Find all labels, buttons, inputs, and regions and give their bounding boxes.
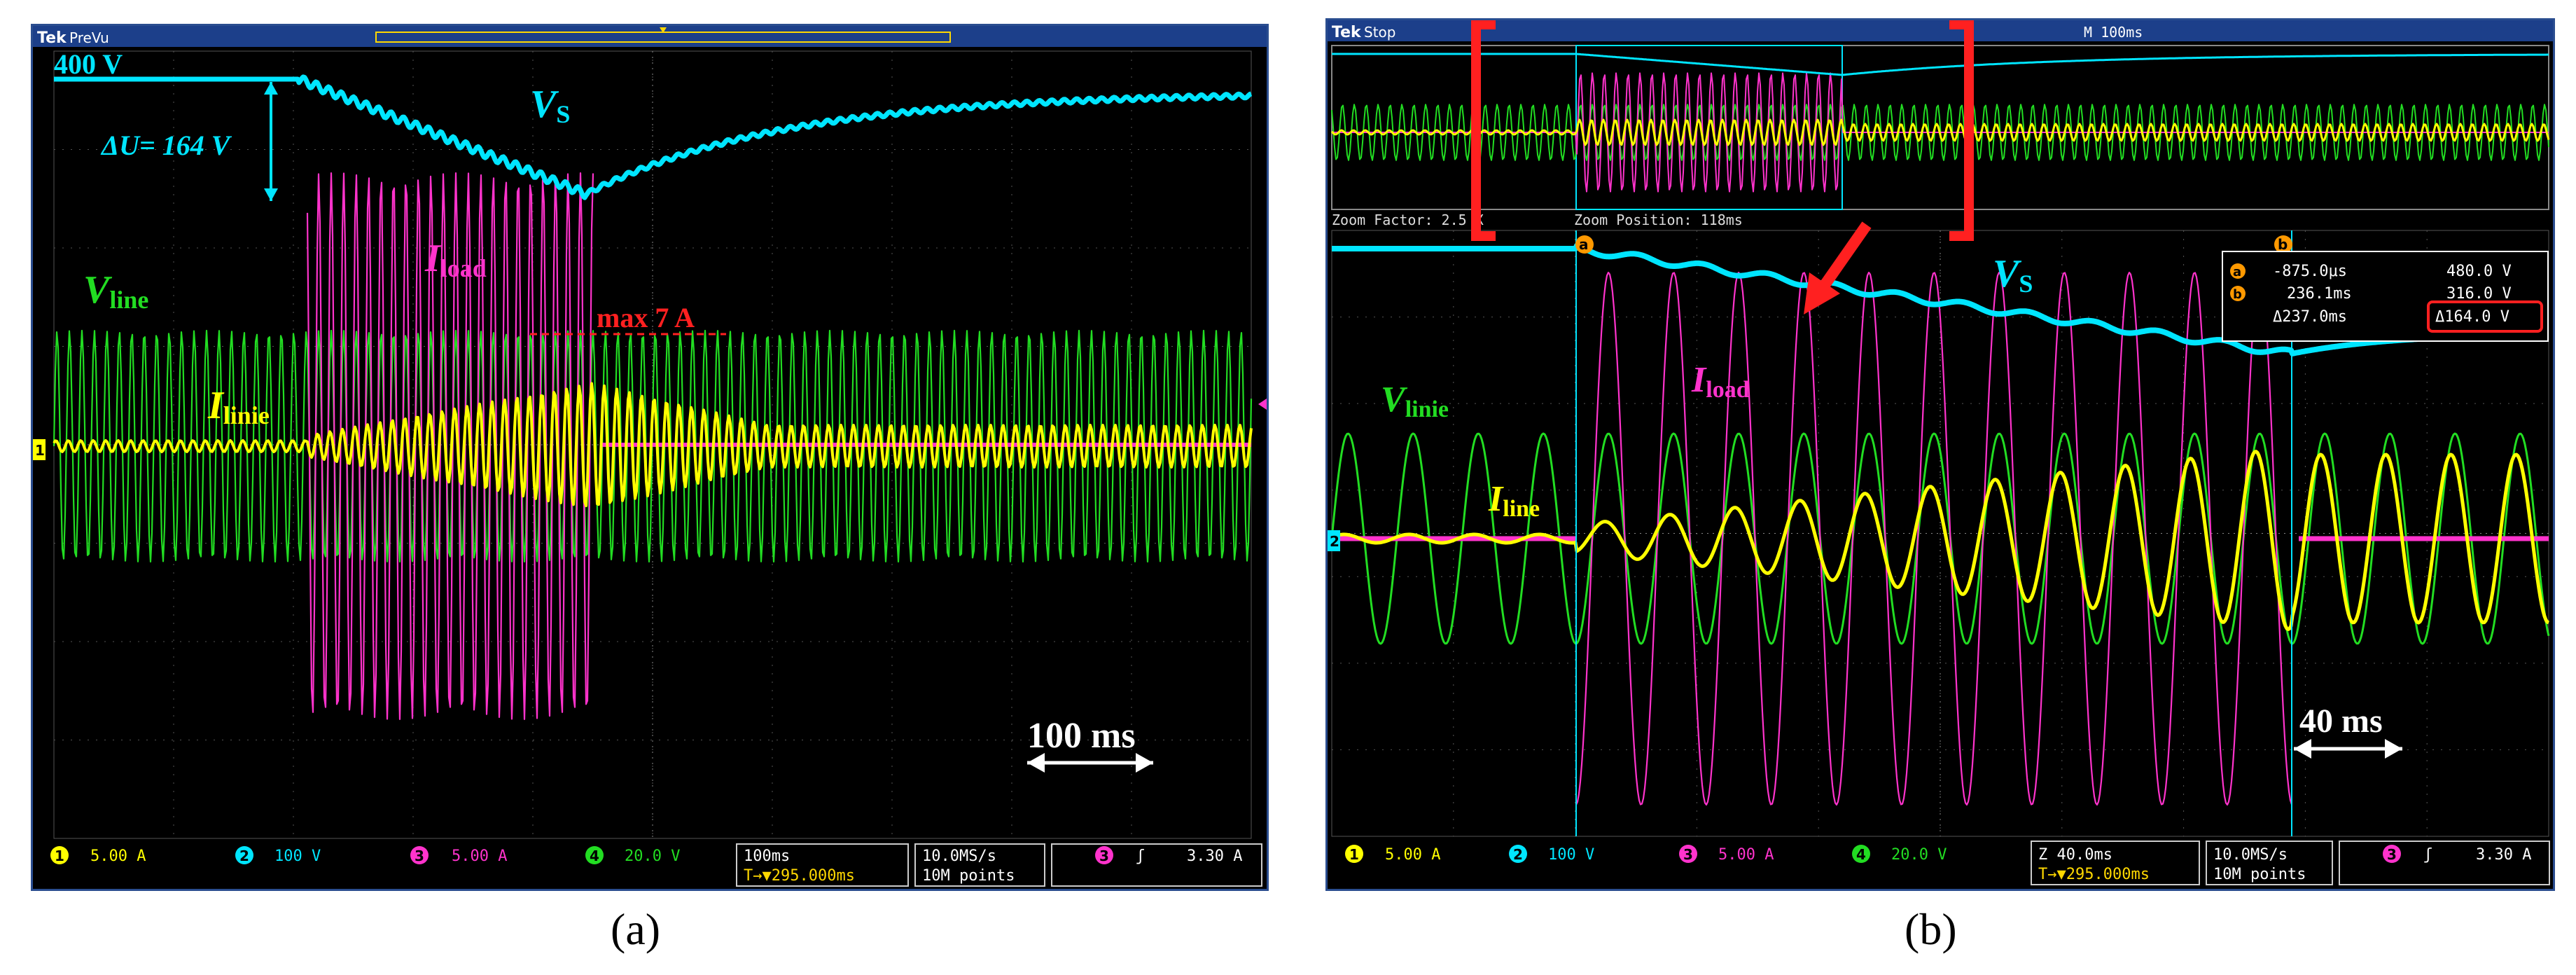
trigger-level: 3.30 A — [1187, 848, 1242, 865]
iline-label: Ilinie — [207, 384, 270, 429]
zoom-position: Zoom Position: 118ms — [1574, 212, 1743, 228]
svg-text:5.00 A: 5.00 A — [1718, 846, 1774, 864]
svg-text:ʃ: ʃ — [2423, 846, 2432, 864]
svg-text:2: 2 — [1513, 846, 1523, 863]
svg-text:10.0MS/s: 10.0MS/s — [2213, 846, 2288, 864]
svg-text:b: b — [2233, 287, 2242, 302]
svg-text:b: b — [2278, 236, 2288, 253]
svg-text:3: 3 — [415, 848, 424, 864]
ch2-scale: 100 V — [274, 848, 321, 865]
sample-rate: 10.0MS/s — [922, 848, 996, 865]
delta-u-label: ΔU= 164 V — [100, 130, 232, 161]
svg-text:T→▼295.000ms: T→▼295.000ms — [2038, 866, 2150, 883]
trigger-slope-icon: ʃ — [1136, 848, 1145, 865]
scope-screen-b: Tek Stop M 100ms Zoom Factor: 2.5 X Zoom… — [1328, 20, 2553, 889]
iload-label: Iload — [1691, 360, 1750, 403]
svg-text:5.00 A: 5.00 A — [1385, 846, 1440, 864]
timebase: 100ms — [744, 848, 790, 865]
vs-label: VS — [1993, 252, 2033, 298]
ch4-scale: 20.0 V — [625, 848, 680, 865]
overview-window — [1330, 45, 2550, 210]
zoom-arrow — [1816, 221, 1872, 293]
svg-text:3: 3 — [1683, 846, 1693, 863]
iload-label: Iload — [424, 237, 487, 282]
svg-text:1: 1 — [35, 442, 45, 459]
caption-a: (a) — [611, 904, 661, 954]
svg-text:Δ237.0ms: Δ237.0ms — [2273, 308, 2347, 326]
status-bar: 1 5.00 A 2 100 V 3 5.00 A 4 20.0 V Z 40.… — [1328, 841, 2553, 889]
svg-text:2: 2 — [1330, 533, 1339, 550]
ch3-trigger-marker — [1258, 399, 1267, 410]
v-start-label: 400 V — [54, 48, 123, 80]
svg-text:20.0 V: 20.0 V — [1891, 846, 1947, 864]
svg-text:316.0 V: 316.0 V — [2446, 285, 2512, 303]
ch3-scale: 5.00 A — [452, 848, 507, 865]
svg-text:a: a — [1579, 236, 1589, 253]
timescale-label: 100 ms — [1027, 716, 1136, 756]
oscilloscope-panel-b: Tek Stop M 100ms Zoom Factor: 2.5 X Zoom… — [1325, 18, 2555, 891]
delta-u-arrow-head-bottom — [264, 188, 278, 201]
svg-text:4: 4 — [1856, 846, 1866, 863]
svg-text:1: 1 — [55, 848, 64, 864]
iload-trace — [1575, 272, 2293, 805]
svg-text:3: 3 — [2387, 846, 2397, 863]
svg-text:Z 40.0ms: Z 40.0ms — [2038, 846, 2112, 864]
delta-voltage-readout: Δ164.0 V — [2435, 308, 2509, 326]
max-current-label: max 7 A — [597, 302, 695, 333]
timescale-label: 40 ms — [2299, 703, 2383, 740]
status-bar: 1 5.00 A 2 100 V 3 5.00 A 4 20.0 V 100ms… — [33, 843, 1267, 889]
tek-logo: Tek — [1332, 24, 1362, 41]
vline-label: Vlinie — [1381, 380, 1449, 422]
main-timebase: M 100ms — [2084, 24, 2143, 41]
acq-mode: Stop — [1364, 24, 1395, 41]
svg-text:100 V: 100 V — [1548, 846, 1594, 864]
caption-b: (b) — [1905, 904, 1957, 954]
oscilloscope-panel-a: Tek PreVu 400 V ΔU= 164 V VS Iload Vline… — [31, 24, 1269, 891]
vline-label: Vline — [83, 268, 148, 314]
timescale-arrow-left — [1027, 753, 1045, 773]
svg-text:a: a — [2233, 265, 2241, 279]
scope-screen-a: Tek PreVu 400 V ΔU= 164 V VS Iload Vline… — [33, 26, 1267, 889]
svg-text:10M points: 10M points — [2213, 866, 2306, 883]
ch1-scale: 5.00 A — [90, 848, 146, 865]
svg-text:480.0 V: 480.0 V — [2446, 263, 2512, 280]
cursor-readout: a -875.0μs 480.0 V b 236.1ms 316.0 V Δ23… — [2222, 251, 2549, 342]
svg-text:1: 1 — [1349, 846, 1359, 863]
zoom-factor: Zoom Factor: 2.5 X — [1332, 212, 1484, 228]
record-length: 10M points — [922, 867, 1015, 885]
vs-trace — [53, 74, 1253, 200]
tek-logo: Tek — [37, 29, 67, 47]
svg-text:3: 3 — [1099, 848, 1109, 864]
vs-label: VS — [530, 83, 570, 128]
svg-text:3.30 A: 3.30 A — [2476, 846, 2531, 864]
svg-text:2: 2 — [239, 848, 249, 864]
svg-text:236.1ms: 236.1ms — [2287, 285, 2352, 303]
delta-u-arrow-head-top — [264, 82, 278, 95]
acq-mode: PreVu — [69, 29, 109, 46]
svg-text:-875.0μs: -875.0μs — [2273, 263, 2347, 280]
trigger-position: T→▼295.000ms — [744, 867, 855, 885]
svg-text:4: 4 — [590, 848, 599, 864]
timescale-arrow-right — [1136, 753, 1153, 773]
